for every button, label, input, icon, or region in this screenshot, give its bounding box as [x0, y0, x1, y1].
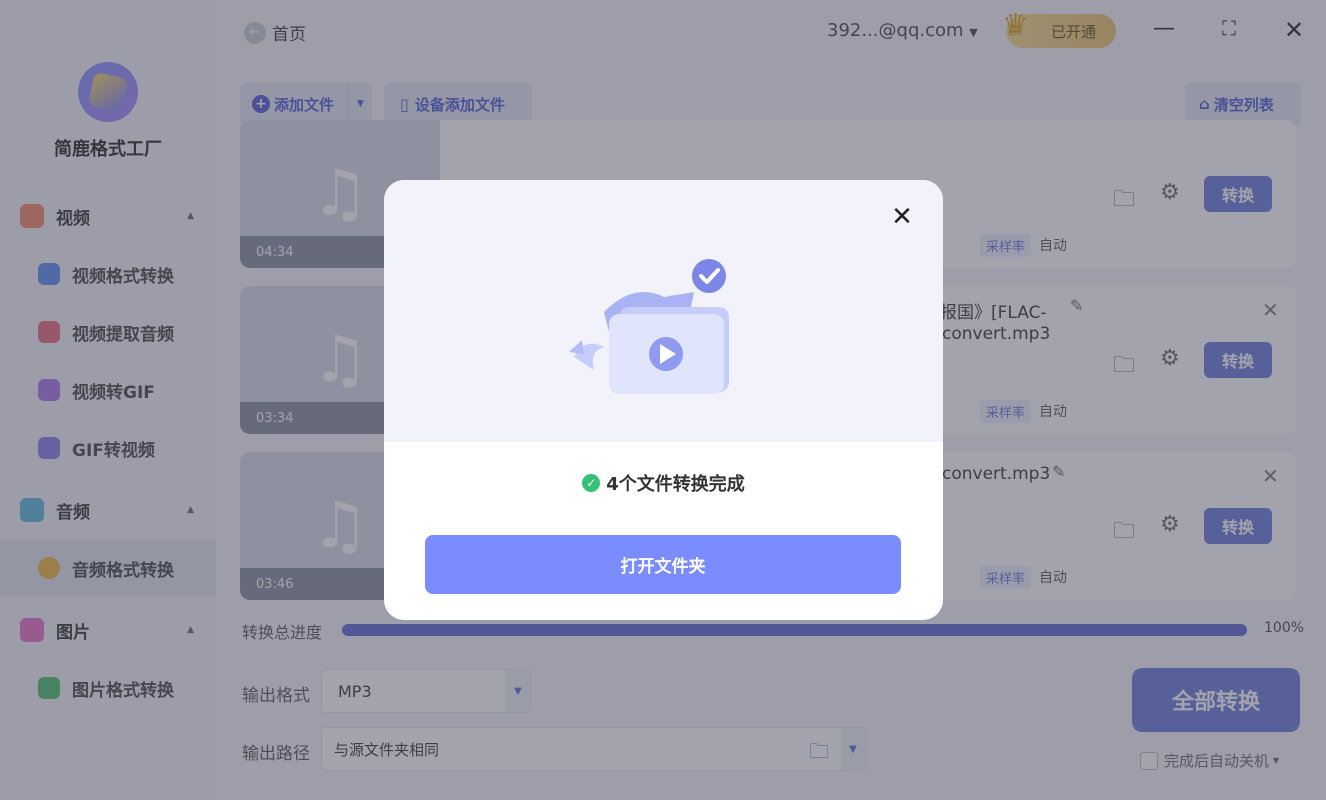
completion-status: ✓ 4个文件转换完成 [384, 470, 943, 496]
dialog-close-button[interactable]: ✕ [887, 202, 917, 232]
folder-video-illustration [569, 259, 729, 394]
conversion-complete-dialog: ✕ ✓ 4个文件转换完成 打开文件夹 [384, 180, 943, 620]
success-check-icon: ✓ [582, 474, 601, 492]
dialog-illustration-area: ✕ [384, 180, 943, 442]
open-folder-button[interactable]: 打开文件夹 [425, 535, 901, 594]
completion-status-text: 4个文件转换完成 [606, 474, 745, 495]
